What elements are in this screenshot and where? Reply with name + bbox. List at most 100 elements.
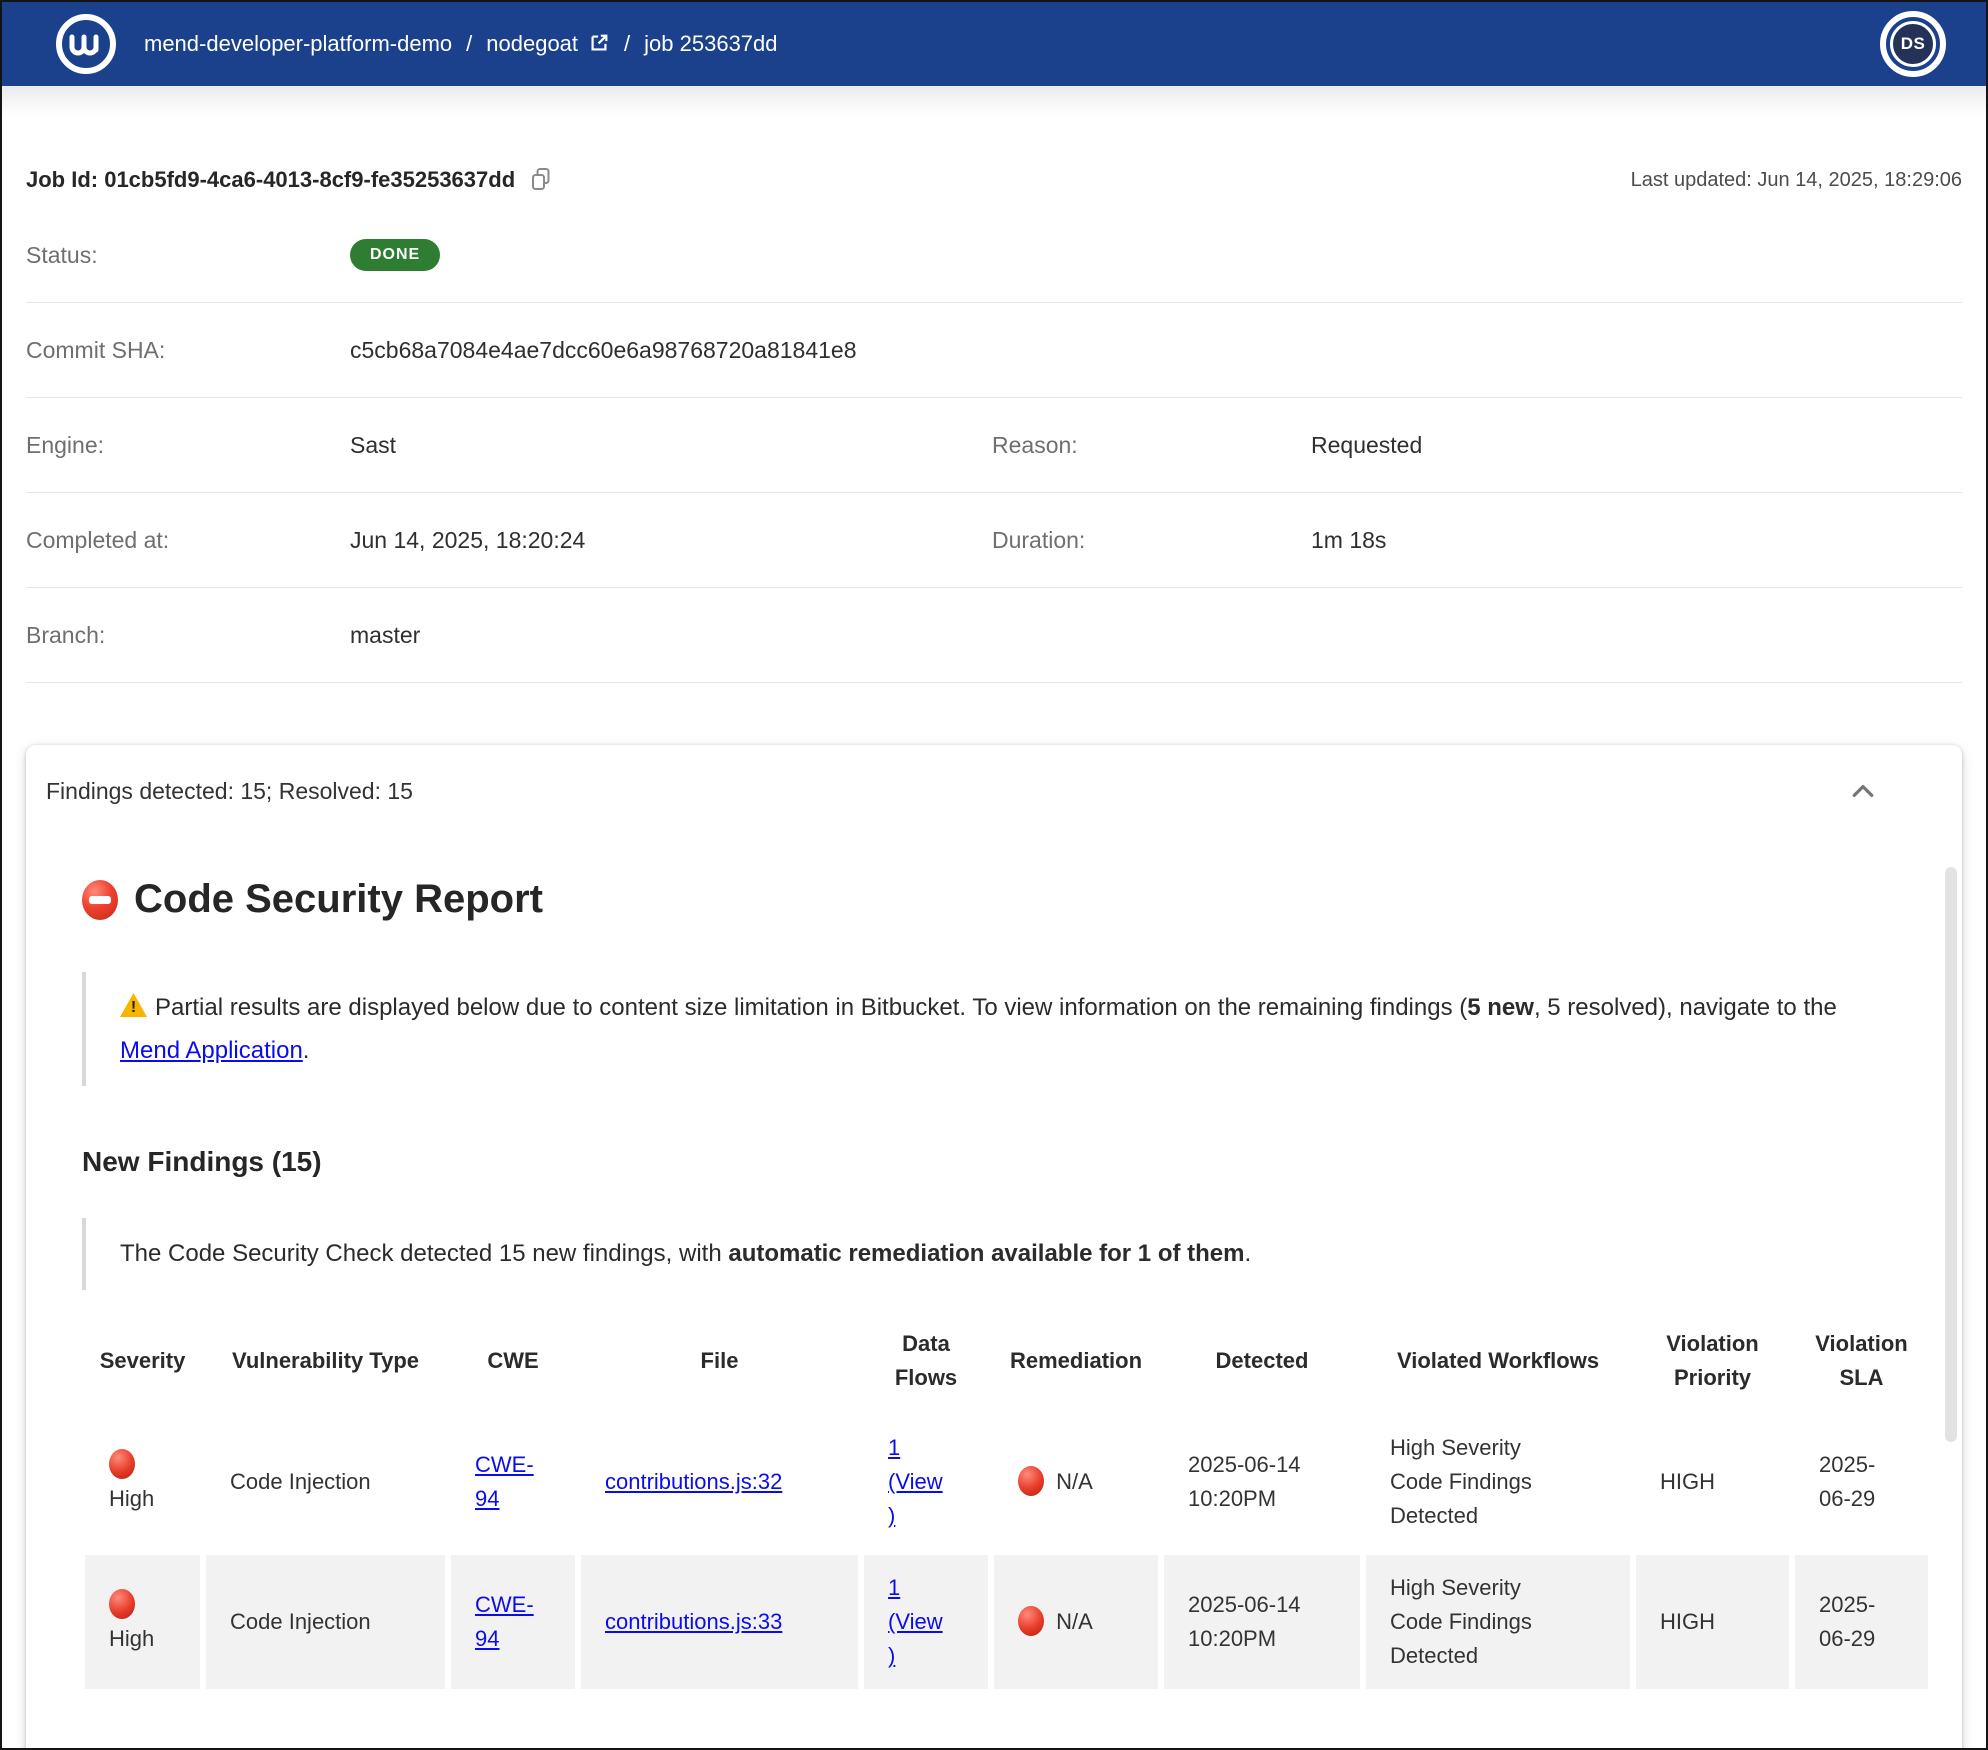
no-entry-icon: [82, 880, 118, 920]
warning-bold-text: 5 new: [1467, 994, 1534, 1021]
branch-label: Branch:: [26, 622, 350, 649]
red-circle-icon: [1018, 1466, 1044, 1496]
violated-workflows-cell: High Severity Code Findings Detected: [1363, 1552, 1633, 1692]
remediation-cell: N/A: [991, 1412, 1161, 1552]
branch-value: master: [350, 622, 992, 649]
file-link[interactable]: contributions.js:33: [605, 1609, 782, 1634]
page: mend-developer-platform-demo / nodegoat …: [0, 0, 1988, 1750]
table-row: High Code Injection CWE-94 contributions…: [82, 1552, 1931, 1692]
col-remediation: Remediation: [991, 1310, 1161, 1412]
severity-cell: High: [82, 1552, 203, 1692]
file-cell: contributions.js:33: [578, 1552, 861, 1692]
col-violation-sla: Violation SLA: [1792, 1310, 1931, 1412]
chevron-up-icon[interactable]: [1848, 776, 1878, 806]
report-title-text: Code Security Report: [134, 877, 543, 922]
mend-application-link[interactable]: Mend Application: [120, 1037, 303, 1064]
col-violated-workflows: Violated Workflows: [1363, 1310, 1633, 1412]
reason-value: Requested: [1311, 432, 1962, 459]
severity-text: High: [109, 1626, 154, 1651]
engine-value: Sast: [350, 432, 992, 459]
check-summary-text: .: [1244, 1240, 1251, 1267]
red-circle-icon: [1018, 1606, 1044, 1636]
breadcrumb-separator: /: [466, 31, 472, 57]
check-summary-note: The Code Security Check detected 15 new …: [82, 1218, 1870, 1289]
breadcrumb-project[interactable]: mend-developer-platform-demo: [144, 31, 452, 57]
status-label: Status:: [26, 242, 350, 269]
file-cell: contributions.js:32: [578, 1412, 861, 1552]
engine-label: Engine:: [26, 432, 350, 459]
breadcrumb-job[interactable]: job 253637dd: [644, 31, 777, 57]
red-circle-icon: [109, 1589, 135, 1619]
engine-reason-row: Engine: Sast Reason: Requested: [26, 398, 1962, 493]
last-updated: Last updated: Jun 14, 2025, 18:29:06: [1631, 169, 1962, 192]
col-vulnerability-type: Vulnerability Type: [203, 1310, 448, 1412]
check-summary-bold-text: automatic remediation available for 1 of…: [728, 1240, 1244, 1267]
violation-sla-cell: 2025-06-29: [1792, 1412, 1931, 1552]
file-link[interactable]: contributions.js:32: [605, 1469, 782, 1494]
table-header-row: Severity Vulnerability Type CWE File Dat…: [82, 1310, 1931, 1412]
breadcrumb-repo[interactable]: nodegoat: [486, 31, 610, 57]
data-flows-link[interactable]: 1 (View): [888, 1431, 944, 1533]
card-scrollbar-thumb[interactable]: [1945, 867, 1957, 1442]
header-gradient: [2, 86, 1986, 116]
duration-label: Duration:: [992, 527, 1311, 554]
violated-workflows-text: High Severity Code Findings Detected: [1390, 1431, 1550, 1533]
vulnerability-type-cell: Code Injection: [203, 1552, 448, 1692]
partial-results-note: Partial results are displayed below due …: [82, 972, 1870, 1086]
col-detected: Detected: [1161, 1310, 1363, 1412]
copy-icon[interactable]: [529, 167, 553, 193]
findings-card: Findings detected: 15; Resolved: 15 Code…: [26, 745, 1962, 1750]
vulnerability-type-cell: Code Injection: [203, 1412, 448, 1552]
findings-table: Severity Vulnerability Type CWE File Dat…: [82, 1310, 1931, 1693]
violation-sla-cell: 2025-06-29: [1792, 1552, 1931, 1692]
warning-text: .: [303, 1037, 310, 1064]
mend-logo-icon[interactable]: [54, 12, 118, 76]
detected-cell: 2025-06-14 10:20PM: [1161, 1412, 1363, 1552]
remediation-text: N/A: [1056, 1609, 1093, 1634]
violation-priority-cell: HIGH: [1633, 1552, 1792, 1692]
branch-row: Branch: master: [26, 588, 1962, 683]
completed-at-value: Jun 14, 2025, 18:20:24: [350, 527, 992, 554]
severity-cell: High: [82, 1412, 203, 1552]
violation-priority-cell: HIGH: [1633, 1412, 1792, 1552]
violated-workflows-text: High Severity Code Findings Detected: [1390, 1571, 1550, 1673]
status-badge: DONE: [350, 239, 440, 271]
report-title: Code Security Report: [82, 877, 1870, 922]
cwe-cell: CWE-94: [448, 1412, 578, 1552]
external-link-icon: [588, 32, 610, 54]
table-row: High Code Injection CWE-94 contributions…: [82, 1412, 1931, 1552]
job-details-section: Job Id: 01cb5fd9-4ca6-4013-8cf9-fe352536…: [2, 152, 1986, 683]
violated-workflows-cell: High Severity Code Findings Detected: [1363, 1412, 1633, 1552]
data-flows-cell: 1 (View): [861, 1412, 991, 1552]
commit-row: Commit SHA: c5cb68a7084e4ae7dcc60e6a9876…: [26, 303, 1962, 398]
detected-cell: 2025-06-14 10:20PM: [1161, 1552, 1363, 1692]
remediation-text: N/A: [1056, 1469, 1093, 1494]
user-avatar[interactable]: DS: [1880, 11, 1946, 77]
avatar-initials: DS: [1890, 21, 1936, 67]
status-row: Status: DONE: [26, 208, 1962, 303]
job-id-heading: Job Id: 01cb5fd9-4ca6-4013-8cf9-fe352536…: [26, 167, 553, 193]
cwe-cell: CWE-94: [448, 1552, 578, 1692]
commit-sha-value: c5cb68a7084e4ae7dcc60e6a98768720a81841e8: [350, 337, 992, 364]
col-data-flows: Data Flows: [861, 1310, 991, 1412]
cwe-link[interactable]: CWE-94: [475, 1448, 541, 1516]
check-summary-text: The Code Security Check detected 15 new …: [120, 1240, 728, 1267]
duration-value: 1m 18s: [1311, 527, 1962, 554]
findings-card-header[interactable]: Findings detected: 15; Resolved: 15: [26, 745, 1962, 837]
job-id-text: Job Id: 01cb5fd9-4ca6-4013-8cf9-fe352536…: [26, 167, 515, 193]
col-file: File: [578, 1310, 861, 1412]
cwe-link[interactable]: CWE-94: [475, 1588, 541, 1656]
breadcrumb-separator: /: [624, 31, 630, 57]
severity-text: High: [109, 1486, 154, 1511]
new-findings-heading: New Findings (15): [82, 1146, 1870, 1178]
report-body: Code Security Report Partial results are…: [26, 837, 1962, 1692]
breadcrumb-repo-label: nodegoat: [486, 31, 578, 56]
warning-text: , 5 resolved), navigate to the: [1534, 994, 1837, 1021]
col-severity: Severity: [82, 1310, 203, 1412]
col-violation-priority: Violation Priority: [1633, 1310, 1792, 1412]
data-flows-link[interactable]: 1 (View): [888, 1571, 944, 1673]
card-scrollbar[interactable]: [1945, 867, 1957, 1750]
remediation-cell: N/A: [991, 1552, 1161, 1692]
top-navbar: mend-developer-platform-demo / nodegoat …: [2, 2, 1986, 86]
col-cwe: CWE: [448, 1310, 578, 1412]
